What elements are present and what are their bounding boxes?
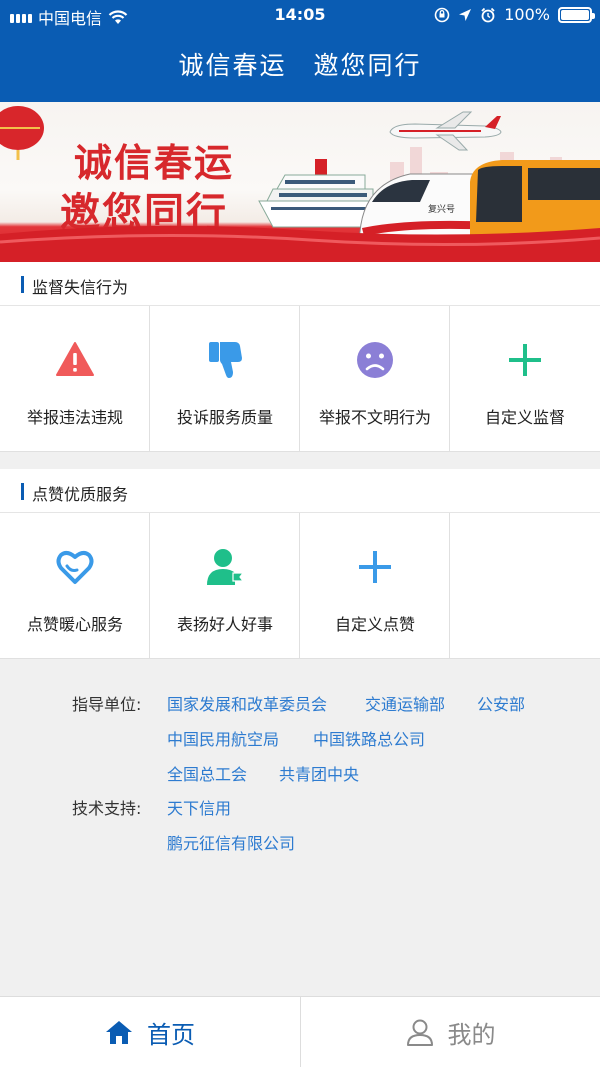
guide-unit-link[interactable]: 交通运输部: [365, 691, 445, 715]
tab-home[interactable]: 首页: [0, 997, 300, 1067]
empty-grid-cell: [450, 513, 600, 659]
tab-home-label: 首页: [147, 1020, 195, 1049]
person-flag-icon: [207, 549, 245, 585]
banner-wave: [0, 225, 600, 262]
plus-icon: [359, 551, 391, 583]
alarm-icon: [481, 7, 495, 22]
airplane-illustration: [389, 111, 502, 151]
section-accent-bar: [21, 276, 24, 293]
section-header-supervise: 监督失信行为: [0, 262, 600, 306]
report-uncivil-label: 举报不文明行为: [318, 408, 431, 427]
complain-service-button[interactable]: 投诉服务质量: [150, 306, 300, 452]
location-icon: [459, 8, 472, 21]
plus-icon: [509, 344, 541, 376]
custom-supervise-button[interactable]: 自定义监督: [450, 306, 600, 452]
complain-service-label: 投诉服务质量: [176, 408, 273, 427]
top-bar: 中国电信 14:05 100% 诚信春运 邀您同行: [0, 0, 600, 102]
guide-unit-link[interactable]: 中国民用航空局: [167, 726, 279, 750]
section-header-praise: 点赞优质服务: [0, 469, 600, 513]
orientation-lock-icon: [434, 7, 450, 22]
section-title: 监督失信行为: [32, 278, 129, 297]
sponsor-info: 指导单位: 国家发展和改革委员会 交通运输部 公安部 中国民用航空局 中国铁路总…: [0, 660, 600, 995]
train-name-label: 复兴号: [428, 203, 455, 215]
tab-mine-label: 我的: [447, 1020, 496, 1049]
section-accent-bar: [21, 483, 24, 500]
lantern-icon: [0, 106, 44, 160]
status-right: 100%: [434, 5, 595, 24]
sad-face-icon: [357, 342, 393, 378]
home-icon: [106, 1021, 132, 1044]
user-icon: [406, 1019, 433, 1046]
tab-bar: 首页 我的: [0, 996, 600, 1067]
section-title: 点赞优质服务: [32, 485, 129, 504]
page-title: 诚信春运 邀您同行: [178, 51, 422, 80]
guide-unit-link[interactable]: 国家发展和改革委员会: [167, 691, 327, 715]
heart-icon: [56, 550, 94, 584]
banner-slogan-line1: 诚信春运: [74, 140, 235, 185]
custom-praise-label: 自定义点赞: [334, 615, 415, 634]
guide-unit-link[interactable]: 共青团中央: [279, 761, 359, 785]
praise-good-deeds-label: 表扬好人好事: [176, 615, 273, 634]
tab-mine[interactable]: 我的: [300, 997, 600, 1067]
banner[interactable]: 诚信春运 邀您同行 复兴号: [0, 102, 600, 262]
battery-icon: [558, 6, 595, 23]
custom-praise-button[interactable]: 自定义点赞: [300, 513, 450, 659]
tech-support-link[interactable]: 天下信用: [167, 795, 231, 819]
praise-warm-service-button[interactable]: 点赞暖心服务: [0, 513, 150, 659]
warning-icon: [56, 342, 94, 376]
guide-unit-link[interactable]: 全国总工会: [167, 761, 247, 785]
report-violation-label: 举报违法违规: [26, 408, 123, 427]
guide-units-label: 指导单位:: [72, 695, 142, 714]
thumbs-down-icon: [209, 342, 242, 378]
status-bar: 中国电信 14:05 100%: [0, 0, 600, 30]
tech-support-link[interactable]: 鹏元征信有限公司: [167, 830, 295, 854]
custom-supervise-label: 自定义监督: [484, 408, 565, 427]
guide-unit-link[interactable]: 公安部: [477, 691, 525, 715]
report-uncivil-button[interactable]: 举报不文明行为: [300, 306, 450, 452]
report-violation-button[interactable]: 举报违法违规: [0, 306, 150, 452]
guide-unit-link[interactable]: 中国铁路总公司: [313, 726, 425, 750]
praise-grid: 点赞暖心服务 表扬好人好事 自定义点赞: [0, 513, 600, 659]
tech-support-label: 技术支持:: [72, 799, 142, 818]
praise-warm-service-label: 点赞暖心服务: [26, 615, 123, 634]
praise-good-deeds-button[interactable]: 表扬好人好事: [150, 513, 300, 659]
supervise-grid: 举报违法违规 投诉服务质量 举报不文明行为 自定义监督: [0, 306, 600, 452]
battery-label: 100%: [504, 5, 550, 24]
